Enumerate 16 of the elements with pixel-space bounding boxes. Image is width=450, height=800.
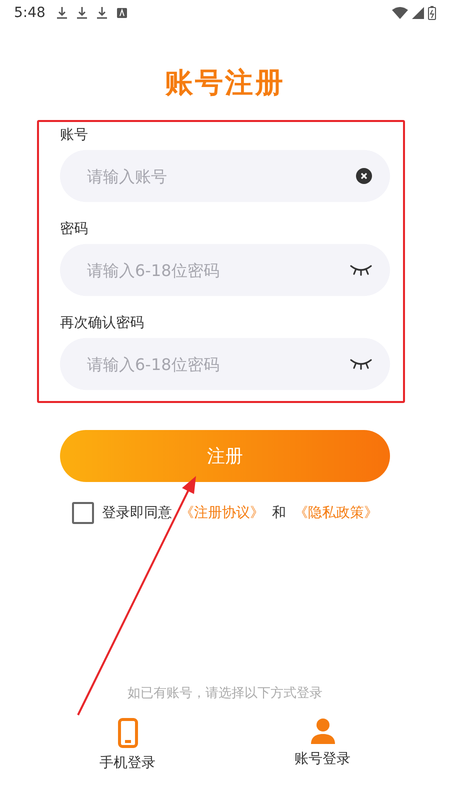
login-hint: 如已有账号，请选择以下方式登录 (126, 685, 324, 702)
input-field[interactable]: 请输入6-18位密码 (60, 338, 390, 390)
agreement-text: 登录即同意 (102, 504, 172, 522)
agreement-link[interactable]: 《注册协议》 (180, 504, 264, 522)
input-field[interactable]: 请输入6-18位密码 (60, 244, 390, 296)
field-label: 密码 (60, 220, 88, 238)
field-label: 账号 (60, 126, 88, 144)
login-option[interactable]: 账号登录 (262, 718, 382, 772)
login-option[interactable]: 手机登录 (68, 718, 188, 772)
status-time: 5:48 (14, 5, 46, 21)
agreement-text: 和 (272, 504, 286, 522)
register-button[interactable]: 注册 (60, 430, 390, 482)
field-label: 再次确认密码 (60, 314, 144, 332)
input-field[interactable]: 请输入账号 (60, 150, 390, 202)
page-title: 账号注册 (164, 65, 286, 101)
privacy-link[interactable]: 《隐私政策》 (294, 504, 378, 522)
